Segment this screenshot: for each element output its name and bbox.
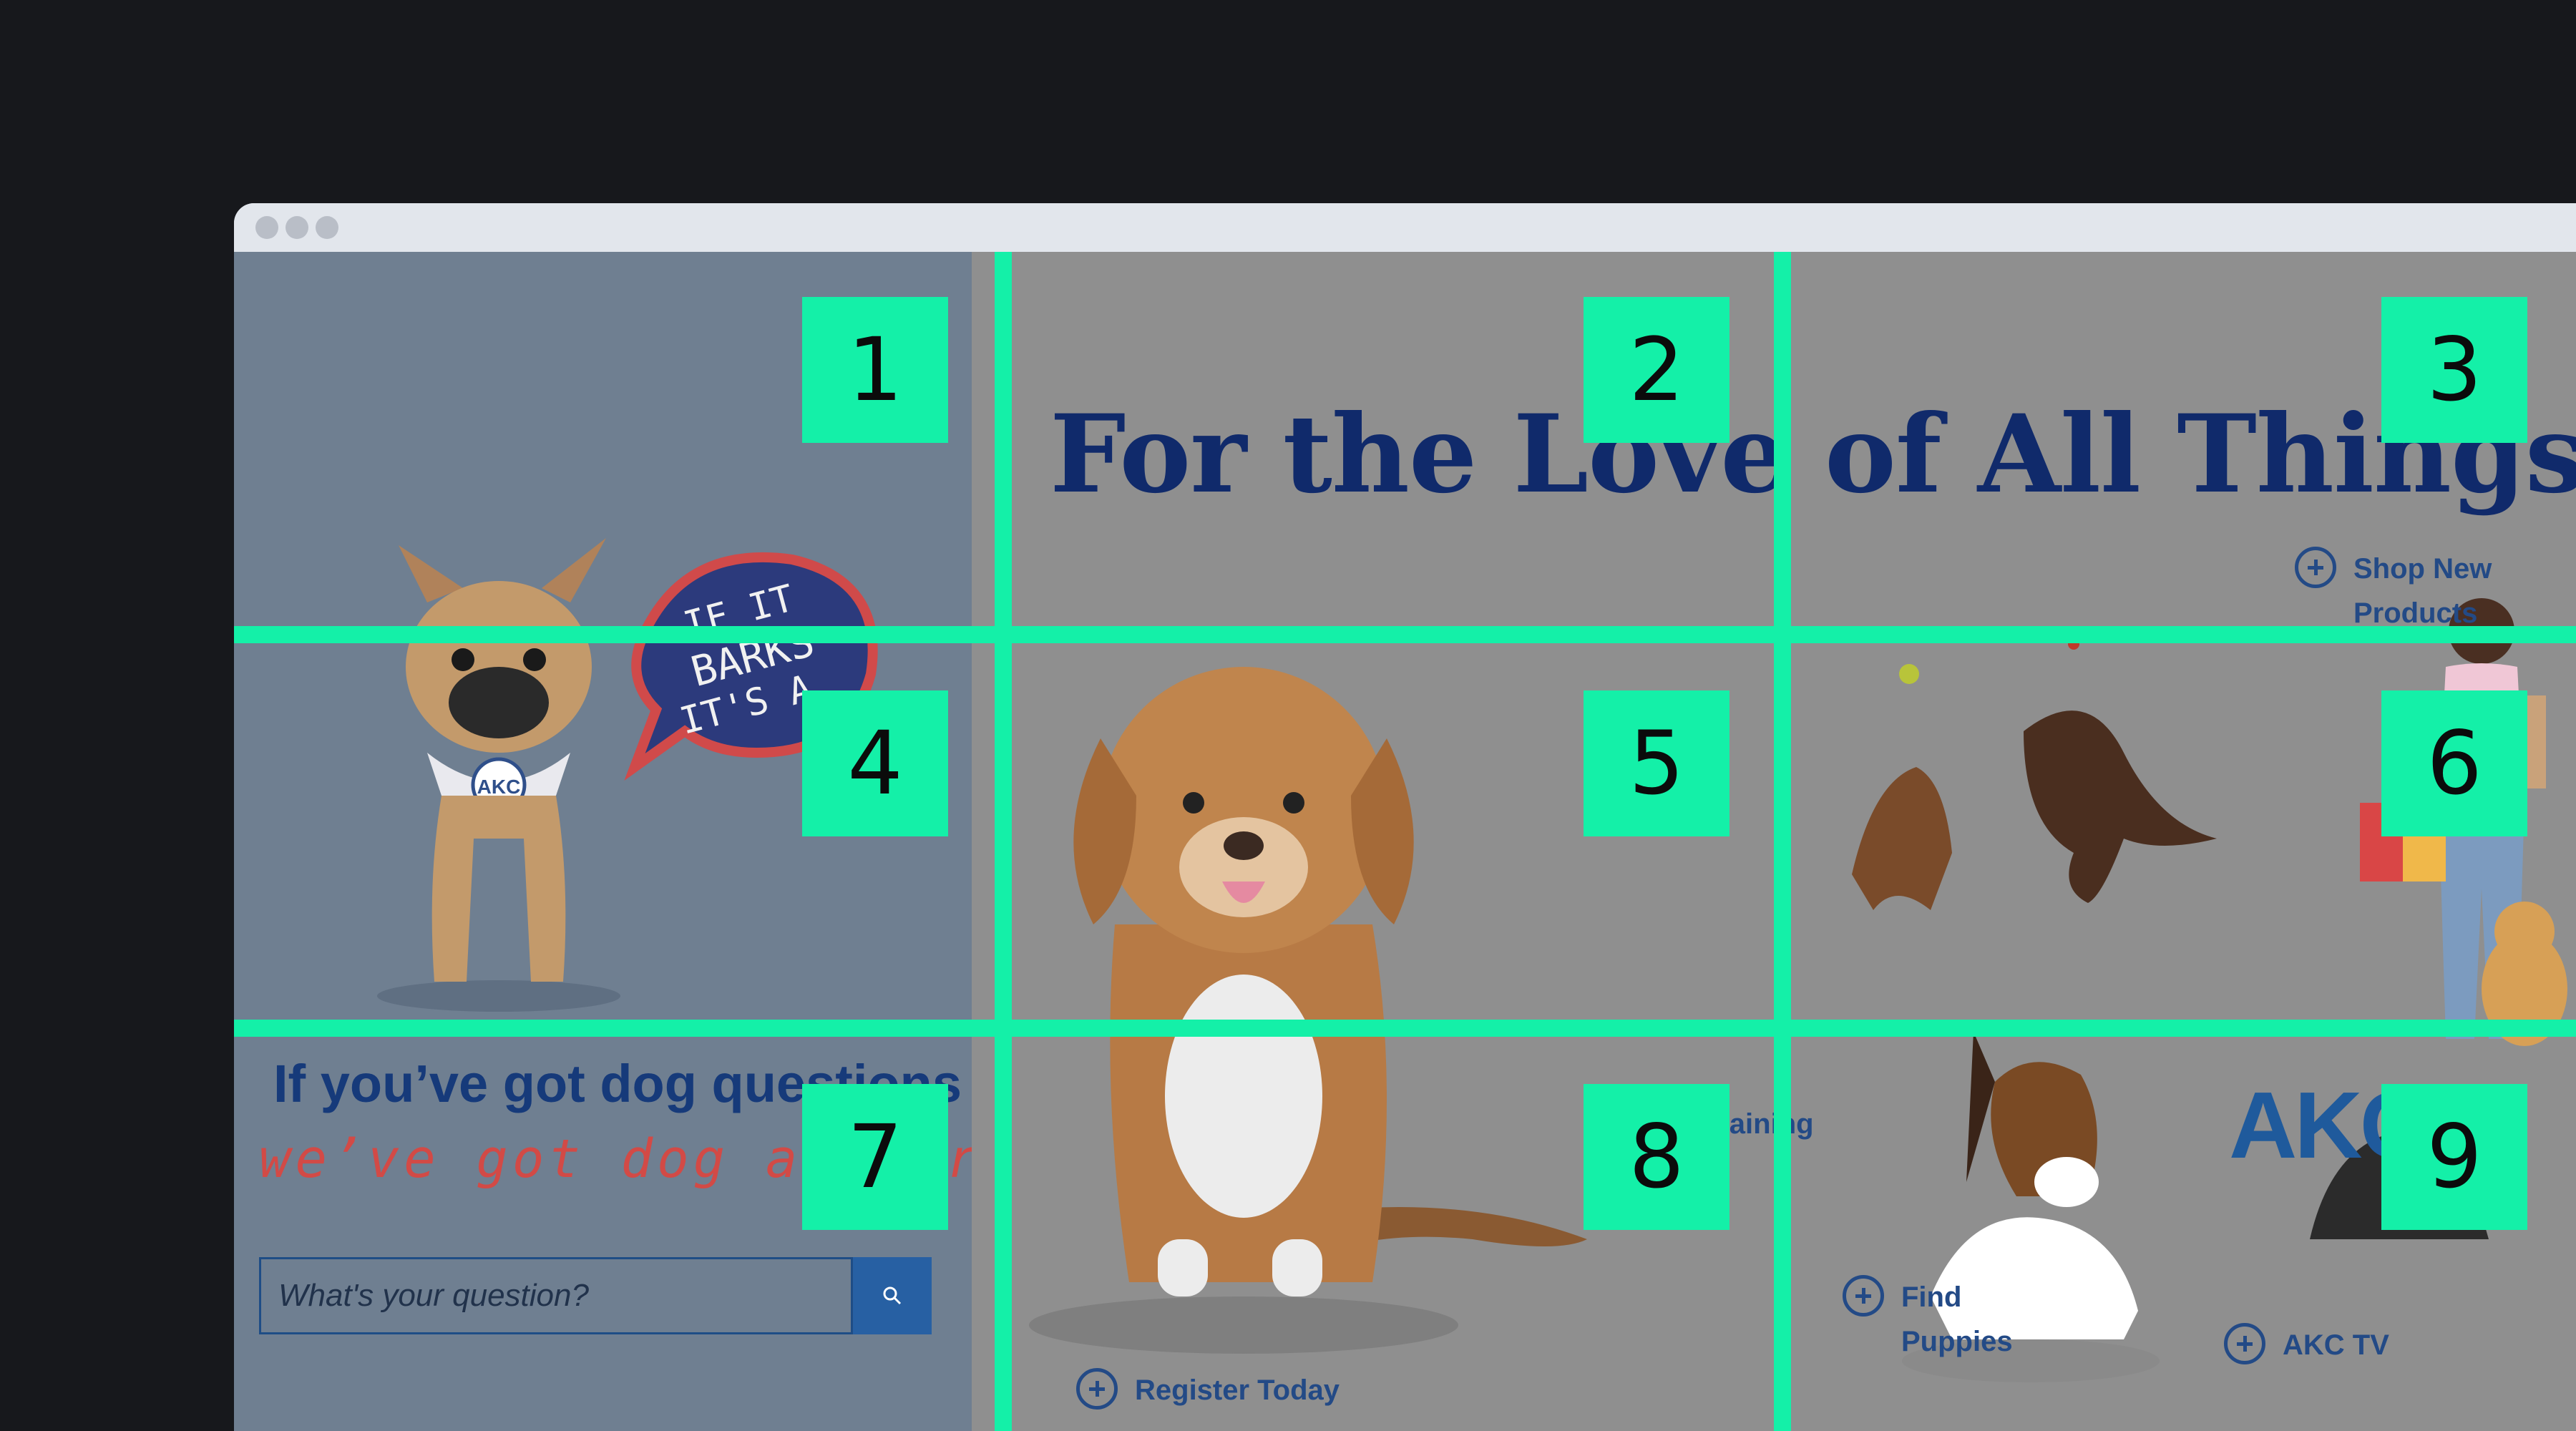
register-link-label: Register Today <box>1135 1374 1340 1406</box>
grid-label-7: 7 <box>802 1084 948 1230</box>
window-close-dot[interactable] <box>255 216 278 239</box>
jumping-dog-illustration <box>1852 638 2217 910</box>
grid-line-horizontal-1 <box>234 626 2576 643</box>
question-search <box>259 1257 946 1334</box>
akc-tv-link-label: AKC TV <box>2283 1329 2389 1361</box>
grid-label-6: 6 <box>2381 690 2527 836</box>
page-viewport: AKC IF IT BARKS IT'S A If you’ve got dog… <box>234 252 2576 1431</box>
grid-label-5: 5 <box>1584 690 1729 836</box>
find-puppies-line-2: Puppies <box>1901 1326 2013 1357</box>
question-search-input[interactable] <box>259 1257 853 1334</box>
window-maximize-dot[interactable] <box>316 216 338 239</box>
grid-label-2: 2 <box>1584 297 1729 443</box>
window-minimize-dot[interactable] <box>286 216 308 239</box>
plus-circle-icon <box>2224 1323 2265 1364</box>
page-headline: For the Love of All Things Dog <box>1050 391 2576 517</box>
grid-label-9: 9 <box>2381 1084 2527 1230</box>
grid-label-3: 3 <box>2381 297 2527 443</box>
find-puppies-link[interactable]: Find Puppies <box>1843 1275 2013 1364</box>
shop-link-line-1: Shop New <box>2353 553 2492 585</box>
browser-window: AKC IF IT BARKS IT'S A If you’ve got dog… <box>234 203 2576 1431</box>
plus-circle-icon <box>1076 1368 1118 1410</box>
register-today-link[interactable]: Register Today <box>1076 1368 1340 1412</box>
search-button[interactable] <box>853 1257 932 1334</box>
bandana-badge-text: AKC <box>477 776 521 798</box>
grid-line-vertical-1 <box>995 252 1012 1431</box>
plus-circle-icon <box>1843 1275 1884 1317</box>
grid-label-8: 8 <box>1584 1084 1729 1230</box>
find-puppies-line-1: Find <box>1901 1281 1962 1313</box>
golden-puppy-illustration <box>1029 667 1587 1354</box>
search-icon <box>883 1286 902 1305</box>
browser-titlebar <box>234 203 2576 252</box>
grid-label-1: 1 <box>802 297 948 443</box>
shop-new-products-link[interactable]: Shop New Products <box>2295 547 2492 635</box>
grid-line-horizontal-2 <box>234 1020 2576 1037</box>
plus-circle-icon <box>2295 547 2336 588</box>
grid-label-4: 4 <box>802 690 948 836</box>
akc-tv-link[interactable]: AKC TV <box>2224 1323 2389 1367</box>
grid-line-vertical-2 <box>1774 252 1791 1431</box>
